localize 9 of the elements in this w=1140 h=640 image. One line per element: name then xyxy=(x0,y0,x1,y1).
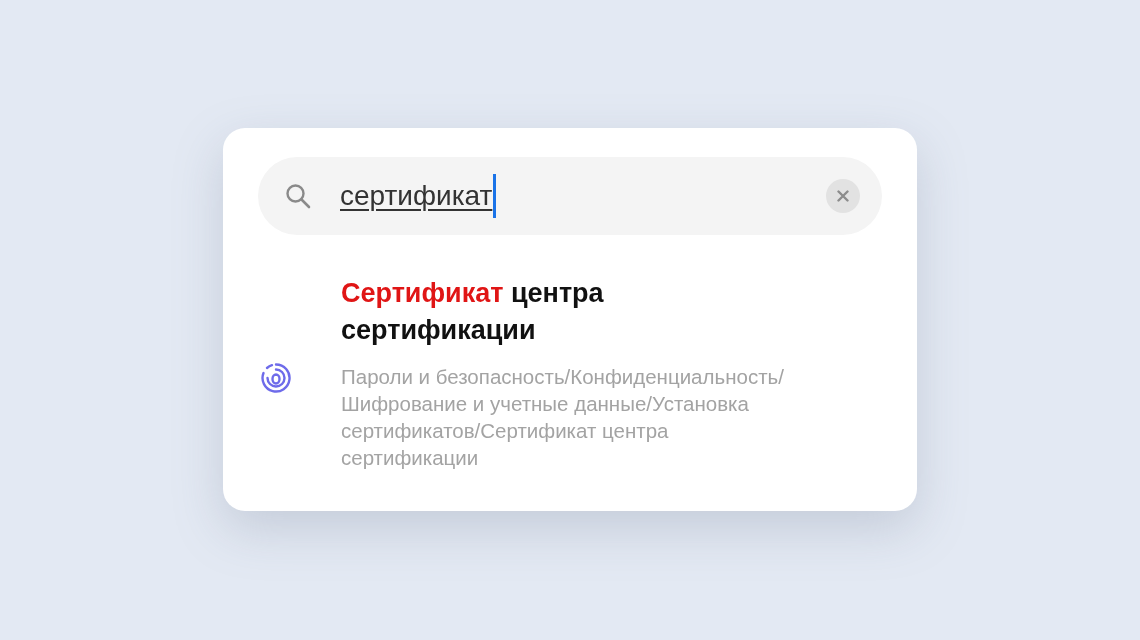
result-title[interactable]: Сертификат центра сертификации xyxy=(341,275,671,349)
text-cursor xyxy=(493,174,497,218)
search-text: сертификат xyxy=(340,179,493,213)
result-path: Пароли и безопасность/Конфиденциальность/ Шифрование и учетные данные/Установка сертификатов/Сертификат центра сертификации xyxy=(341,364,785,471)
search-icon xyxy=(285,183,311,209)
close-icon xyxy=(837,190,849,202)
clear-button[interactable] xyxy=(826,179,860,213)
fingerprint-icon xyxy=(260,362,292,394)
search-field[interactable]: сертификат xyxy=(258,157,882,235)
